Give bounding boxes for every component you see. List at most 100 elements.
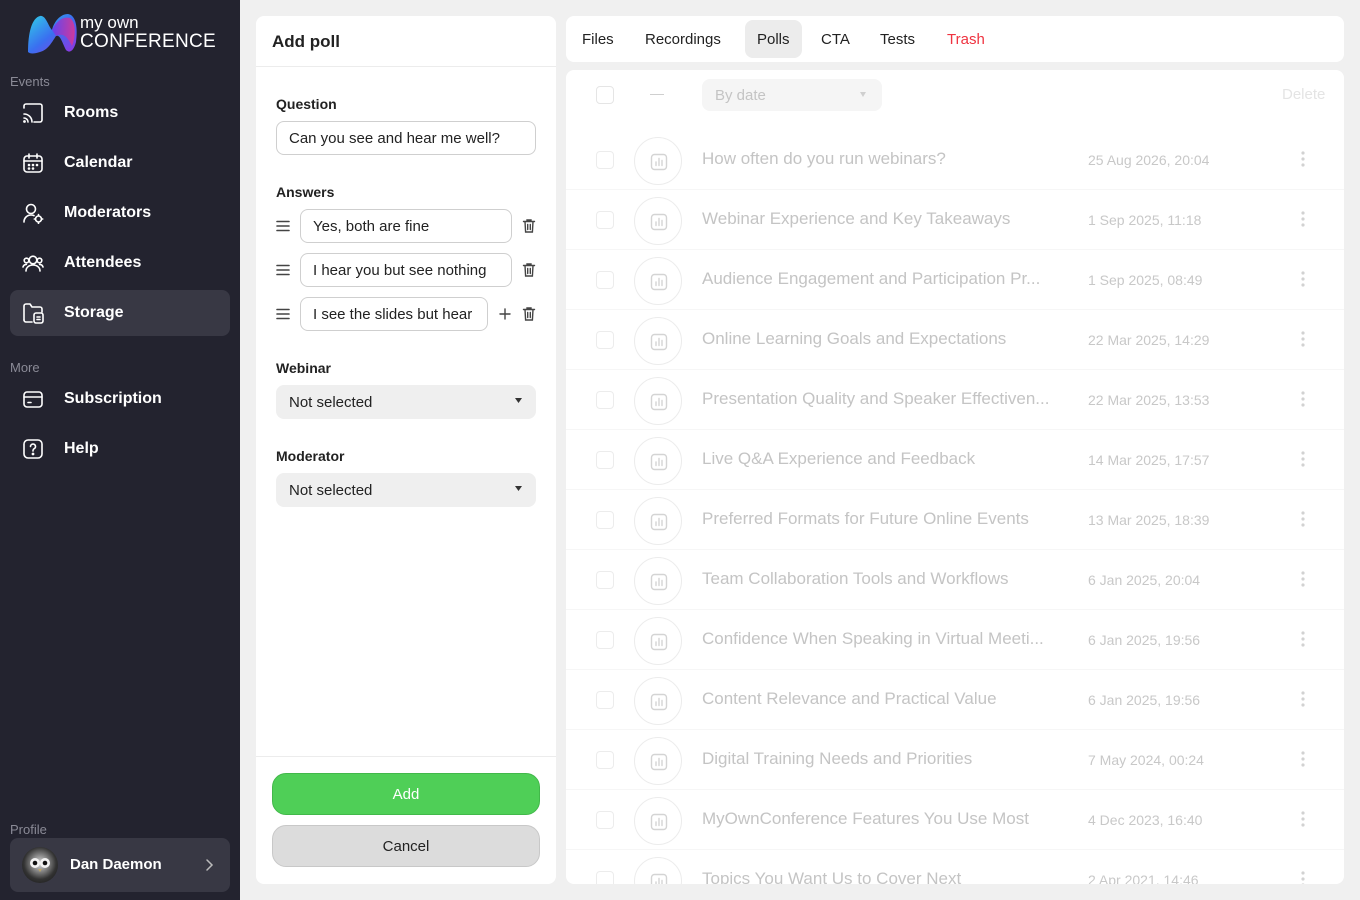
trash-icon[interactable] [522, 218, 536, 234]
row-checkbox[interactable] [596, 811, 614, 829]
poll-date: 6 Jan 2025, 19:56 [1088, 692, 1201, 708]
row-checkbox[interactable] [596, 691, 614, 709]
poll-title[interactable]: Online Learning Goals and Expectations [702, 329, 1068, 349]
tab-cta[interactable]: CTA [809, 20, 862, 58]
list-item[interactable]: Preferred Formats for Future Online Even… [566, 490, 1344, 550]
sidebar-item-label: Storage [64, 304, 124, 321]
more-options-icon[interactable] [1300, 810, 1306, 828]
poll-title[interactable]: Confidence When Speaking in Virtual Meet… [702, 629, 1068, 649]
tab-recordings[interactable]: Recordings [633, 20, 733, 58]
drag-handle-icon[interactable] [276, 308, 290, 320]
profile-section-label: Profile [10, 822, 47, 837]
app-logo[interactable]: my own CONFERENCE [24, 12, 224, 56]
more-options-icon[interactable] [1300, 270, 1306, 288]
row-checkbox[interactable] [596, 631, 614, 649]
more-options-icon[interactable] [1300, 330, 1306, 348]
list-item[interactable]: Confidence When Speaking in Virtual Meet… [566, 610, 1344, 670]
more-options-icon[interactable] [1300, 630, 1306, 648]
tab-trash[interactable]: Trash [935, 20, 997, 58]
list-item[interactable]: Presentation Quality and Speaker Effecti… [566, 370, 1344, 430]
poll-title[interactable]: Presentation Quality and Speaker Effecti… [702, 389, 1068, 409]
list-item[interactable]: Team Collaboration Tools and Workflows 6 … [566, 550, 1344, 610]
row-checkbox[interactable] [596, 211, 614, 229]
poll-date: 22 Mar 2025, 13:53 [1088, 392, 1210, 408]
row-checkbox[interactable] [596, 511, 614, 529]
more-options-icon[interactable] [1300, 510, 1306, 528]
drag-handle-icon[interactable] [276, 264, 290, 276]
row-checkbox[interactable] [596, 871, 614, 884]
row-checkbox[interactable] [596, 451, 614, 469]
sidebar-item-storage[interactable]: Storage [10, 290, 230, 336]
sidebar-item-moderators[interactable]: Moderators [10, 190, 230, 236]
more-options-icon[interactable] [1300, 390, 1306, 408]
help-icon [23, 439, 43, 459]
more-options-icon[interactable] [1300, 570, 1306, 588]
sidebar-item-label: Rooms [64, 104, 119, 121]
sidebar-item-rooms[interactable]: Rooms [10, 90, 230, 136]
tab-files[interactable]: Files [570, 20, 626, 58]
poll-title[interactable]: Digital Training Needs and Priorities [702, 749, 1068, 769]
plus-icon[interactable] [499, 308, 511, 320]
card-icon [23, 391, 43, 408]
poll-title[interactable]: Audience Engagement and Participation Pr… [702, 269, 1068, 289]
sidebar-item-subscription[interactable]: Subscription [10, 376, 230, 422]
poll-icon [634, 437, 682, 485]
select-all-checkbox[interactable] [596, 86, 614, 104]
list-item[interactable]: Digital Training Needs and Priorities 7 M… [566, 730, 1344, 790]
add-button[interactable]: Add [272, 773, 540, 815]
profile-card[interactable]: Dan Daemon [10, 838, 230, 892]
poll-title[interactable]: Topics You Want Us to Cover Next [702, 869, 1068, 884]
answer-input-3[interactable]: I see the slides but hear [300, 297, 488, 331]
poll-icon [634, 677, 682, 725]
answer-input-2[interactable]: I hear you but see nothing [300, 253, 512, 287]
cancel-button[interactable]: Cancel [272, 825, 540, 867]
more-options-icon[interactable] [1300, 150, 1306, 168]
question-label: Question [276, 96, 337, 112]
delete-button[interactable]: Delete [1282, 86, 1344, 103]
answer-input-1[interactable]: Yes, both are fine [300, 209, 512, 243]
list-item[interactable]: How often do you run webinars? 25 Aug 202… [566, 130, 1344, 190]
list-item[interactable]: Online Learning Goals and Expectations 22… [566, 310, 1344, 370]
sidebar-item-calendar[interactable]: Calendar [10, 140, 230, 186]
poll-title[interactable]: MyOwnConference Features You Use Most [702, 809, 1068, 829]
row-checkbox[interactable] [596, 571, 614, 589]
poll-title[interactable]: Live Q&A Experience and Feedback [702, 449, 1068, 469]
tab-polls[interactable]: Polls [745, 20, 802, 58]
webinar-select[interactable]: Not selected [276, 385, 536, 419]
list-item[interactable]: MyOwnConference Features You Use Most 4 D… [566, 790, 1344, 850]
row-checkbox[interactable] [596, 151, 614, 169]
trash-icon[interactable] [522, 262, 536, 278]
list-item[interactable]: Audience Engagement and Participation Pr… [566, 250, 1344, 310]
question-input[interactable]: Can you see and hear me well? [276, 121, 536, 155]
moderator-select[interactable]: Not selected [276, 473, 536, 507]
sidebar-item-attendees[interactable]: Attendees [10, 240, 230, 286]
row-checkbox[interactable] [596, 391, 614, 409]
more-section-label: More [10, 360, 40, 375]
poll-title[interactable]: How often do you run webinars? [702, 149, 1068, 169]
more-options-icon[interactable] [1300, 870, 1306, 884]
more-options-icon[interactable] [1300, 690, 1306, 708]
poll-icon [634, 737, 682, 785]
row-checkbox[interactable] [596, 271, 614, 289]
trash-icon[interactable] [522, 306, 536, 322]
poll-title[interactable]: Preferred Formats for Future Online Even… [702, 509, 1068, 529]
drag-handle-icon[interactable] [276, 220, 290, 232]
poll-title[interactable]: Team Collaboration Tools and Workflows [702, 569, 1068, 589]
sidebar-item-label: Attendees [64, 254, 142, 271]
tab-tests[interactable]: Tests [868, 20, 927, 58]
row-checkbox[interactable] [596, 751, 614, 769]
list-item[interactable]: Content Relevance and Practical Value 6 J… [566, 670, 1344, 730]
list-item[interactable]: Topics You Want Us to Cover Next 2 Apr 20… [566, 850, 1344, 884]
poll-title[interactable]: Webinar Experience and Key Takeaways [702, 209, 1068, 229]
more-options-icon[interactable] [1300, 750, 1306, 768]
sidebar-item-help[interactable]: Help [10, 426, 230, 472]
more-options-icon[interactable] [1300, 450, 1306, 468]
list-item[interactable]: Live Q&A Experience and Feedback 14 Mar 2… [566, 430, 1344, 490]
sidebar: my own CONFERENCE Events Rooms Calendar … [0, 0, 240, 900]
poll-title[interactable]: Content Relevance and Practical Value [702, 689, 1068, 709]
sort-select[interactable]: By date [702, 79, 882, 111]
list-item[interactable]: Webinar Experience and Key Takeaways 1 Se… [566, 190, 1344, 250]
more-options-icon[interactable] [1300, 210, 1306, 228]
poll-icon [634, 257, 682, 305]
row-checkbox[interactable] [596, 331, 614, 349]
